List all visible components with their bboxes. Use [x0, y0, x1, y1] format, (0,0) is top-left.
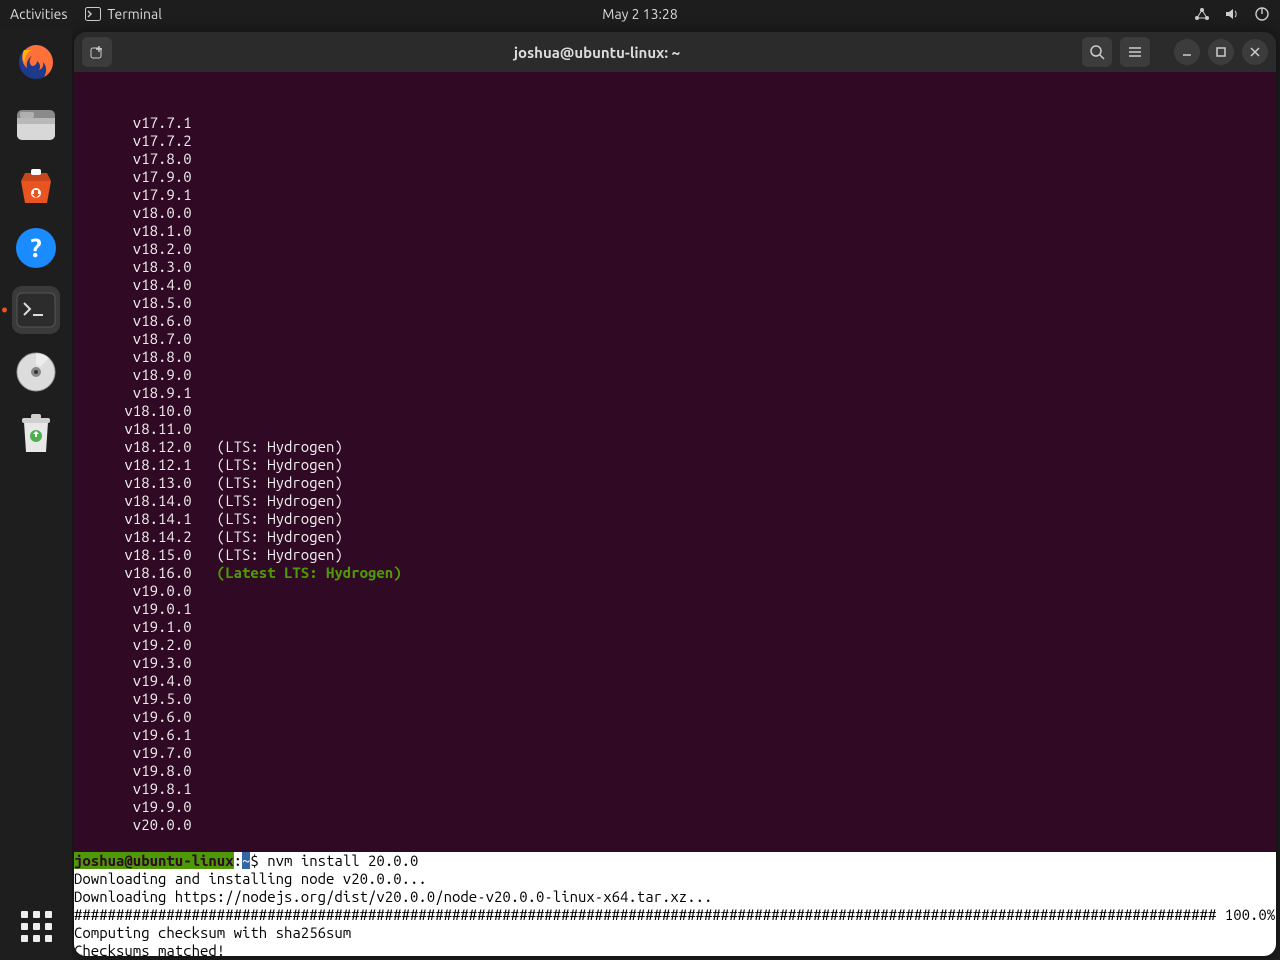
version-row: v19.1.0 — [74, 618, 1268, 636]
topbar-clock[interactable]: May 2 13:28 — [602, 6, 677, 22]
version-row: v19.0.0 — [74, 582, 1268, 600]
dock-files[interactable] — [12, 100, 60, 148]
activities-button[interactable]: Activities — [10, 6, 67, 22]
version-row: v18.10.0 — [74, 402, 1268, 420]
minimize-button[interactable] — [1174, 39, 1200, 65]
version-row: v18.11.0 — [74, 420, 1268, 438]
power-icon[interactable] — [1254, 6, 1270, 22]
version-row: v19.8.0 — [74, 762, 1268, 780]
version-row: v18.14.1 (LTS: Hydrogen) — [74, 510, 1268, 528]
volume-icon[interactable] — [1224, 7, 1240, 21]
hamburger-menu[interactable] — [1120, 37, 1150, 67]
version-row: v19.8.1 — [74, 780, 1268, 798]
dock-firefox[interactable] — [12, 38, 60, 86]
new-tab-button[interactable] — [82, 37, 112, 67]
version-row: v19.3.0 — [74, 654, 1268, 672]
version-row: v18.13.0 (LTS: Hydrogen) — [74, 474, 1268, 492]
dock-terminal[interactable] — [12, 286, 60, 334]
version-row: v20.0.0 — [74, 816, 1268, 834]
version-row: v18.12.1 (LTS: Hydrogen) — [74, 456, 1268, 474]
version-row: v18.14.0 (LTS: Hydrogen) — [74, 492, 1268, 510]
version-row: v17.9.0 — [74, 168, 1268, 186]
version-row: v18.2.0 — [74, 240, 1268, 258]
ubuntu-dock: ? — [0, 28, 72, 960]
version-row: v18.8.0 — [74, 348, 1268, 366]
version-row: v19.0.1 — [74, 600, 1268, 618]
search-button[interactable] — [1082, 37, 1112, 67]
version-row: v18.3.0 — [74, 258, 1268, 276]
network-icon[interactable] — [1194, 7, 1210, 21]
version-row: v19.4.0 — [74, 672, 1268, 690]
gnome-topbar: Activities Terminal May 2 13:28 — [0, 0, 1280, 28]
dock-software[interactable] — [12, 162, 60, 210]
window-title: joshua@ubuntu-linux: ~ — [120, 44, 1074, 61]
dock-trash[interactable] — [12, 410, 60, 458]
version-row: v18.6.0 — [74, 312, 1268, 330]
version-row: v19.6.0 — [74, 708, 1268, 726]
version-row: v18.9.0 — [74, 366, 1268, 384]
version-row: v19.5.0 — [74, 690, 1268, 708]
version-row: v18.12.0 (LTS: Hydrogen) — [74, 438, 1268, 456]
maximize-button[interactable] — [1208, 39, 1234, 65]
dock-show-apps[interactable] — [0, 911, 72, 942]
close-button[interactable] — [1242, 39, 1268, 65]
version-row: v19.6.1 — [74, 726, 1268, 744]
version-row: v18.14.2 (LTS: Hydrogen) — [74, 528, 1268, 546]
version-row: v18.7.0 — [74, 330, 1268, 348]
version-row: v18.15.0 (LTS: Hydrogen) — [74, 546, 1268, 564]
topbar-app-label: Terminal — [107, 6, 162, 22]
command-output: joshua@ubuntu-linux:~$ nvm install 20.0.… — [74, 852, 1276, 956]
terminal-icon — [85, 7, 101, 21]
version-row: v18.4.0 — [74, 276, 1268, 294]
terminal-titlebar: joshua@ubuntu-linux: ~ — [74, 32, 1276, 72]
version-row: v18.5.0 — [74, 294, 1268, 312]
version-row: v17.9.1 — [74, 186, 1268, 204]
version-row: v18.16.0 (Latest LTS: Hydrogen) — [74, 564, 1268, 582]
version-row: v19.2.0 — [74, 636, 1268, 654]
version-row: v18.9.1 — [74, 384, 1268, 402]
svg-text:?: ? — [30, 233, 41, 262]
version-row: v17.7.1 — [74, 114, 1268, 132]
version-row: v17.7.2 — [74, 132, 1268, 150]
version-row: v17.8.0 — [74, 150, 1268, 168]
topbar-app[interactable]: Terminal — [85, 6, 162, 22]
version-row: v19.9.0 — [74, 798, 1268, 816]
dock-help[interactable]: ? — [12, 224, 60, 272]
version-row: v18.1.0 — [74, 222, 1268, 240]
version-row: v18.0.0 — [74, 204, 1268, 222]
terminal-window: joshua@ubuntu-linux: ~ v17.7.1 v17.7.2 v… — [74, 32, 1276, 956]
dock-disc[interactable] — [12, 348, 60, 396]
version-row: v19.7.0 — [74, 744, 1268, 762]
terminal-content[interactable]: v17.7.1 v17.7.2 v17.8.0 v17.9.0 v17.9.1 … — [74, 72, 1276, 956]
